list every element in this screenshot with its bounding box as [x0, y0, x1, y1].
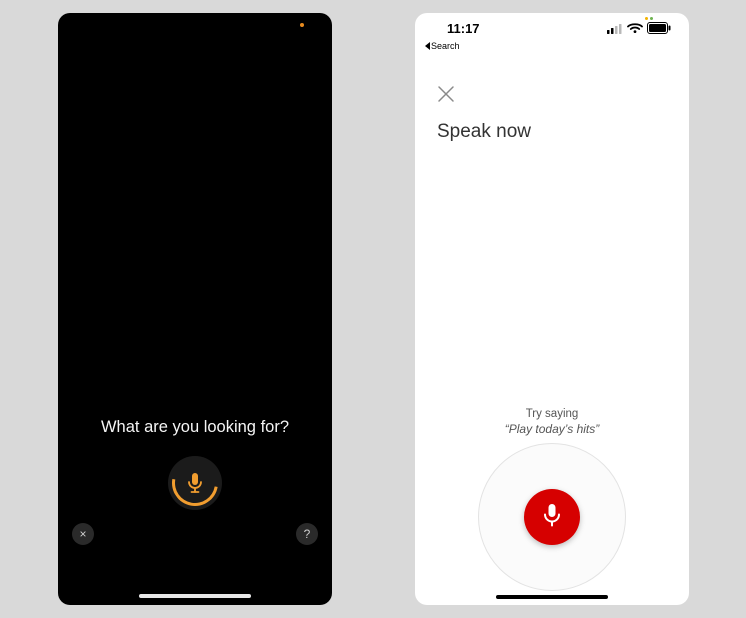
status-right-group	[607, 22, 671, 34]
back-triangle-icon	[425, 42, 430, 50]
close-button[interactable]	[437, 85, 457, 105]
voice-search-screen-dark: What are you looking for? × ?	[58, 13, 332, 605]
hint-block: Try saying “Play today’s hits”	[415, 408, 689, 436]
back-label: Search	[431, 41, 460, 51]
status-bar: 11:17	[415, 13, 689, 43]
cellular-signal-icon	[607, 23, 623, 34]
microphone-button[interactable]	[524, 489, 580, 545]
microphone-ring	[168, 456, 222, 510]
privacy-indicator-dots	[645, 17, 653, 20]
help-button[interactable]: ?	[296, 523, 318, 545]
bottom-button-row: × ?	[72, 523, 318, 545]
battery-icon	[647, 22, 671, 34]
hint-phrase: “Play today’s hits”	[415, 422, 689, 436]
voice-search-screen-light: 11:17	[415, 13, 689, 605]
help-icon: ?	[304, 527, 311, 541]
status-time: 11:17	[447, 21, 480, 36]
back-to-search-link[interactable]: Search	[415, 41, 689, 51]
home-indicator[interactable]	[139, 594, 251, 598]
privacy-indicator-dot	[300, 23, 304, 27]
home-indicator[interactable]	[496, 595, 608, 599]
wifi-icon	[627, 23, 643, 34]
close-button[interactable]: ×	[72, 523, 94, 545]
hint-label: Try saying	[415, 408, 689, 420]
voice-heading-text: Speak now	[437, 121, 531, 143]
voice-prompt-text: What are you looking for?	[58, 418, 332, 437]
microphone-button[interactable]	[168, 456, 222, 510]
microphone-arc	[163, 451, 227, 515]
microphone-icon	[541, 502, 563, 533]
close-icon: ×	[79, 527, 86, 541]
close-icon	[437, 85, 455, 103]
microphone-outer-ring	[478, 443, 626, 591]
